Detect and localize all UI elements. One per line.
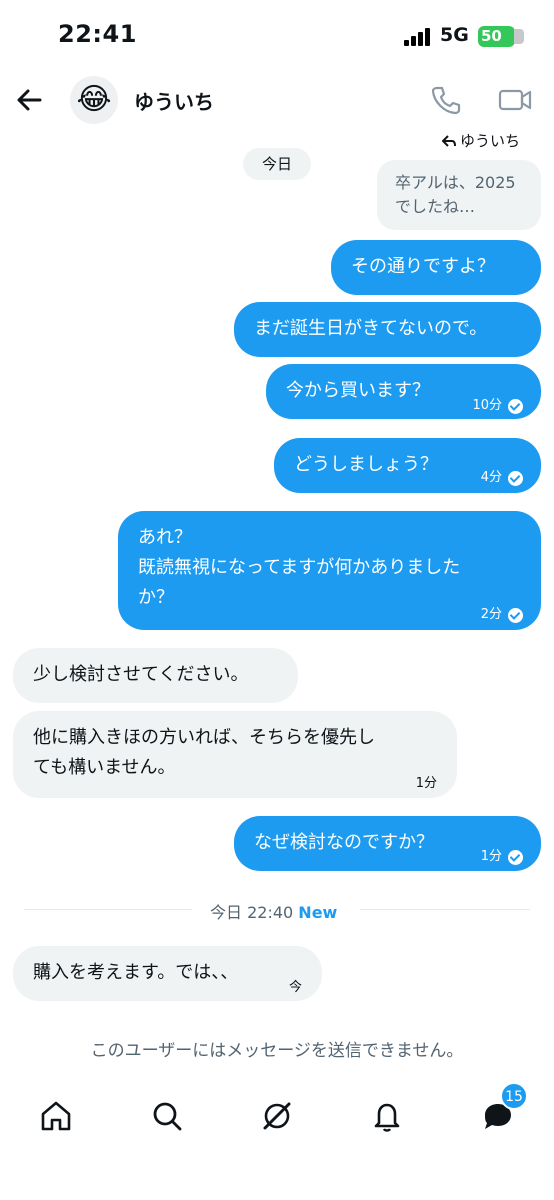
new-messages-divider: 今日 22:40 New xyxy=(24,896,530,922)
message-text: 今から買います？ xyxy=(286,380,430,401)
message-text: どうしましょう？ xyxy=(294,454,438,475)
timestamp-text: 2分 xyxy=(480,607,502,622)
message-text: なぜ検討なのですか？ xyxy=(254,832,434,853)
message-bubble-in[interactable]: 少し検討させてください。 xyxy=(13,648,298,703)
message-timestamp: 1分 xyxy=(481,842,523,872)
check-circle-icon xyxy=(508,398,523,414)
message-bubble-out[interactable]: あれ？ 既読無視になってますが何かありました か？ 2分 xyxy=(118,511,541,630)
status-bar: 22:41 5G 50 xyxy=(0,0,554,72)
conversation-header: 😂 ゆういち xyxy=(0,72,554,128)
network-type: 5G xyxy=(440,24,469,46)
battery-icon: 50 xyxy=(478,26,524,47)
date-chip: 今日 xyxy=(243,148,311,180)
timestamp-text: 1分 xyxy=(480,849,502,864)
divider-time: 今日 22:40 xyxy=(210,903,294,922)
timestamp-text: 4分 xyxy=(480,470,502,485)
message-text: その通りですよ？ xyxy=(351,256,495,277)
message-timestamp: 2分 xyxy=(481,600,523,630)
check-circle-icon xyxy=(508,607,523,623)
message-bubble-out[interactable]: なぜ検討なのですか？ 1分 xyxy=(234,816,541,871)
message-bubble-in[interactable]: 購入を考えます。では、、 今 xyxy=(13,946,322,1001)
quoted-message[interactable]: 卒アルは、2025 でしたね… xyxy=(377,160,541,230)
status-time: 22:41 xyxy=(58,20,137,48)
message-timestamp: 今 xyxy=(289,973,302,1003)
search-icon[interactable] xyxy=(149,1098,185,1134)
message-bubble-out[interactable]: どうしましょう？ 4分 xyxy=(274,438,541,493)
message-text: 少し検討させてください。 xyxy=(33,664,249,685)
messages-icon[interactable]: 15 xyxy=(480,1082,528,1134)
message-timestamp: 4分 xyxy=(481,463,523,493)
message-text: 他に購入きほの方いれば、そちらを優先し ても構いません。 xyxy=(33,727,375,778)
check-circle-icon xyxy=(508,849,523,865)
avatar[interactable]: 😂 xyxy=(70,76,118,124)
timestamp-text: 10分 xyxy=(472,398,502,413)
timestamp-text: 今 xyxy=(288,980,302,995)
messages-badge: 15 xyxy=(500,1082,528,1110)
signal-icon xyxy=(404,28,434,46)
message-bubble-out[interactable]: その通りですよ？ xyxy=(331,240,541,295)
home-icon[interactable] xyxy=(38,1098,74,1134)
reply-indicator: ゆういち xyxy=(441,130,520,151)
message-timestamp: 1分 xyxy=(416,769,437,799)
new-label: New xyxy=(298,903,338,922)
phone-icon[interactable] xyxy=(428,82,464,118)
bottom-nav: 15 xyxy=(0,1080,554,1150)
back-arrow-icon[interactable] xyxy=(12,82,48,118)
check-circle-icon xyxy=(508,470,523,486)
quoted-line-1: 卒アルは、2025 xyxy=(395,173,516,192)
message-text: まだ誕生日がきてないので。 xyxy=(254,318,488,339)
reply-icon xyxy=(441,134,456,147)
message-timestamp: 10分 xyxy=(472,391,523,421)
message-text: あれ？ 既読無視になってますが何かありました か？ xyxy=(138,527,461,608)
reply-to-name: ゆういち xyxy=(459,132,520,150)
contact-name[interactable]: ゆういち xyxy=(134,86,214,115)
message-bubble-out[interactable]: 今から買います？ 10分 xyxy=(266,364,541,419)
bell-icon[interactable] xyxy=(369,1098,405,1134)
battery-level: 50 xyxy=(481,27,502,45)
quoted-line-2: でしたね… xyxy=(395,197,476,216)
message-text: 購入を考えます。では、、 xyxy=(33,962,239,983)
cannot-send-notice: このユーザーにはメッセージを送信できません。 xyxy=(90,1041,464,1061)
message-bubble-in[interactable]: 他に購入きほの方いれば、そちらを優先し ても構いません。 1分 xyxy=(13,711,457,798)
message-bubble-out[interactable]: まだ誕生日がきてないので。 xyxy=(234,302,541,357)
grok-icon[interactable] xyxy=(259,1098,295,1134)
video-icon[interactable] xyxy=(496,82,534,118)
timestamp-text: 1分 xyxy=(415,776,437,791)
